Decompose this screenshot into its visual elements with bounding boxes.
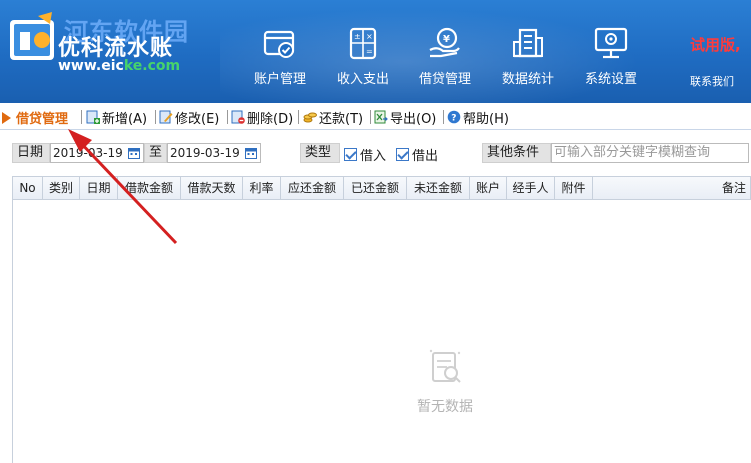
edit-button[interactable]: 修改(E) [159, 107, 219, 127]
breadcrumb: 借贷管理 [2, 108, 68, 127]
nav-data-statistics[interactable]: 数据统计 [488, 26, 568, 92]
toolbar-separator [81, 110, 82, 124]
app-logo-icon [10, 12, 54, 60]
nav-label: 借贷管理 [418, 72, 471, 87]
svg-text:×: × [366, 32, 373, 41]
trial-notice[interactable]: 试用版, [690, 34, 741, 55]
checkbox-checked-icon [396, 148, 409, 161]
filter-bar: 日期 2019-03-19 至 2019-03-19 类型 借入 借出 其他条件… [0, 140, 751, 166]
column-header[interactable]: 应还金额 [281, 177, 344, 199]
column-header[interactable]: 附件 [555, 177, 593, 199]
svg-text:=: = [366, 47, 373, 56]
nav-loan-management[interactable]: ¥ 借贷管理 [405, 26, 485, 92]
nav-account-management[interactable]: 账户管理 [240, 26, 320, 92]
to-label: 至 [144, 143, 167, 163]
column-header[interactable]: 未还金额 [407, 177, 470, 199]
delete-button[interactable]: 删除(D) [231, 107, 293, 127]
empty-state: 暂无数据 [400, 345, 490, 416]
date-from-field[interactable]: 2019-03-19 [50, 143, 144, 163]
type-label: 类型 [300, 143, 340, 163]
calendar-icon[interactable] [245, 147, 257, 159]
calendar-icon[interactable] [128, 147, 140, 159]
search-input[interactable]: 可输入部分关键字模糊查询 [551, 143, 749, 163]
svg-text:?: ? [451, 114, 456, 124]
empty-document-icon [429, 349, 461, 383]
building-stats-icon [513, 28, 543, 58]
account-card-icon [263, 30, 295, 58]
table-header: No 类别 日期 借款金额 借款天数 利率 应还金额 已还金额 未还金额 账户 … [12, 176, 751, 200]
toolbar-separator [298, 110, 299, 124]
column-header[interactable]: 经手人 [507, 177, 555, 199]
date-to-field[interactable]: 2019-03-19 [167, 143, 261, 163]
other-conditions-label: 其他条件 [482, 143, 551, 163]
toolbar-separator [370, 110, 371, 124]
add-doc-icon [86, 110, 100, 124]
toolbar-separator [443, 110, 444, 124]
calculator-icon: ± × = [349, 27, 377, 60]
toolbar-separator [227, 110, 228, 124]
column-header[interactable]: 已还金额 [344, 177, 407, 199]
monitor-gear-icon [594, 27, 628, 59]
date-label: 日期 [12, 143, 50, 163]
app-url: www.eicke.com [58, 58, 181, 74]
toolbar: 借贷管理 新增(A) 修改(E) 删除(D) 还款(T) 导出(O) ? 帮助(… [0, 103, 751, 130]
contact-link[interactable]: 联系我们 [690, 73, 734, 89]
column-header[interactable]: 利率 [243, 177, 281, 199]
export-button[interactable]: 导出(O) [374, 107, 436, 127]
delete-doc-icon [231, 110, 245, 124]
nav-system-settings[interactable]: 系统设置 [571, 26, 651, 92]
nav-label: 系统设置 [584, 72, 637, 87]
nav-label: 数据统计 [501, 72, 554, 87]
empty-text: 暂无数据 [417, 399, 473, 415]
repay-button[interactable]: 还款(T) [303, 107, 363, 127]
column-header[interactable]: No [13, 177, 43, 199]
checkbox-checked-icon [344, 148, 357, 161]
borrow-out-checkbox[interactable]: 借出 [396, 145, 438, 164]
column-header[interactable]: 借款金额 [118, 177, 181, 199]
edit-doc-icon [159, 110, 173, 124]
table-body-border [12, 200, 13, 463]
svg-text:¥: ¥ [443, 34, 450, 45]
app-header: 河东软件园 优科流水账 www.eicke.com 账户管理 ± × = 收入支… [0, 0, 751, 103]
column-header[interactable]: 类别 [43, 177, 80, 199]
column-header[interactable]: 借款天数 [181, 177, 243, 199]
nav-label: 账户管理 [253, 72, 306, 87]
column-header[interactable]: 日期 [80, 177, 118, 199]
hand-coin-icon: ¥ [429, 27, 460, 58]
nav-income-expense[interactable]: ± × = 收入支出 [323, 26, 403, 92]
coins-icon [303, 112, 317, 123]
toolbar-separator [155, 110, 156, 124]
export-excel-icon [374, 110, 388, 124]
nav-label: 收入支出 [336, 72, 389, 87]
svg-text:±: ± [354, 32, 361, 41]
help-button[interactable]: ? 帮助(H) [447, 107, 509, 127]
column-header[interactable]: 备注 [593, 177, 750, 199]
triangle-right-icon [2, 112, 11, 124]
column-header[interactable]: 账户 [470, 177, 507, 199]
borrow-in-checkbox[interactable]: 借入 [344, 145, 386, 164]
add-button[interactable]: 新增(A) [86, 107, 147, 127]
help-icon: ? [447, 110, 461, 124]
